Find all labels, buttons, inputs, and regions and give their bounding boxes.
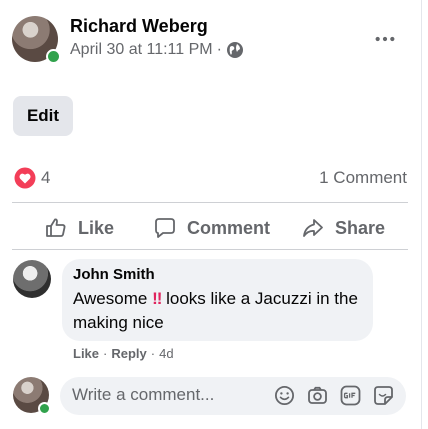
commenter-name[interactable]: John Smith [73,266,155,283]
post-timestamp[interactable]: April 30 at 11:11 PM [70,41,213,59]
post-meta: April 30 at 11:11 PM · [70,41,244,59]
comment-count[interactable]: 1 Comment [319,168,407,188]
share-button[interactable]: Share [301,212,385,244]
comment-age[interactable]: 4d [159,346,173,361]
like-button[interactable]: Like [44,212,114,244]
sticker-icon[interactable] [373,385,394,406]
emoji-icon[interactable] [274,385,295,406]
right-edge-divider [421,0,422,429]
meta-separator: · [216,41,222,58]
comment-icon [155,218,175,238]
comment-like-link[interactable]: Like [73,346,99,361]
double-exclamation-emoji: !! [152,289,162,308]
comment-input[interactable] [72,385,252,405]
thumbs-up-icon [46,218,66,237]
gif-icon[interactable] [340,385,361,406]
comment-text: Awesome !! looks like a Jacuzzi in the m… [73,287,368,335]
share-icon [303,219,323,237]
stats-divider [12,202,408,203]
comment-actions-separator: · [103,346,108,361]
commenter-avatar[interactable] [13,260,51,298]
comment-label: Comment [187,217,271,238]
online-status-icon [46,49,61,64]
more-horizontal-icon [375,36,395,42]
comment-reply-link[interactable]: Reply [111,346,146,361]
comment-button[interactable]: Comment [153,212,270,244]
reaction-count[interactable]: 4 [41,168,50,188]
comment-text-start: Awesome [73,289,153,308]
like-label: Like [78,217,115,238]
comment-actions: Like · Reply · 4d [73,346,174,361]
post-author-name[interactable]: Richard Weberg [70,16,208,37]
love-reaction-icon[interactable] [14,167,36,189]
actions-divider [12,249,408,250]
more-options-button[interactable] [370,24,400,54]
comment-age-separator: · [150,346,156,361]
share-label: Share [335,217,386,238]
globe-icon[interactable] [226,41,244,59]
edit-button[interactable]: Edit [13,96,73,136]
camera-icon[interactable] [307,385,328,406]
current-user-online-icon [38,402,51,415]
